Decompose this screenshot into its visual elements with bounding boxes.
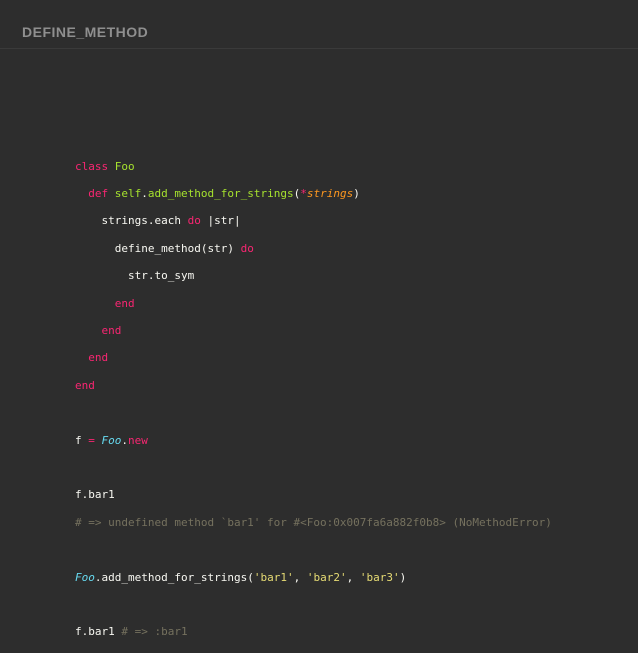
keyword: end — [101, 324, 122, 338]
code-line: f.bar1 — [75, 488, 552, 502]
code-block: class Foo def self.add_method_for_string… — [75, 146, 552, 653]
class-name: Foo — [114, 159, 135, 173]
comment: # => :bar1 — [121, 625, 188, 639]
keyword: end — [114, 296, 135, 310]
keyword: class — [75, 159, 109, 173]
code-line: class Foo — [75, 160, 552, 174]
code-line: f = Foo.new — [75, 434, 552, 448]
code-line: strings.each do |str| — [75, 214, 552, 228]
method-call: .add_method_for_strings( — [94, 570, 254, 584]
comma: , — [346, 570, 360, 584]
keyword: end — [88, 351, 109, 365]
code-line: end — [75, 379, 552, 393]
keyword: do — [187, 214, 201, 228]
paren-close: ) — [353, 187, 360, 201]
assign-operator: = — [88, 433, 95, 447]
keyword: do — [240, 241, 254, 255]
method-name: add_method_for_strings — [147, 187, 294, 201]
code-text: f.bar1 — [75, 625, 115, 639]
string-literal: 'bar3' — [359, 570, 400, 584]
param-name: strings — [306, 187, 354, 201]
class-ref: Foo — [101, 433, 122, 447]
code-line: Foo.add_method_for_strings('bar1', 'bar2… — [75, 571, 552, 585]
slide-title: DEFINE_METHOD — [22, 24, 149, 40]
keyword: def — [88, 187, 109, 201]
code-line: def self.add_method_for_strings(*strings… — [75, 187, 552, 201]
class-ref: Foo — [75, 570, 95, 584]
code-text: f.bar1 — [75, 488, 115, 502]
code-text: strings.each — [101, 214, 181, 228]
splat-operator: * — [300, 187, 307, 201]
code-line: # => undefined method `bar1' for #<Foo:0… — [75, 516, 552, 530]
new-call: new — [128, 433, 148, 447]
dot: . — [121, 433, 128, 447]
comma: , — [293, 570, 307, 584]
code-text: str.to_sym — [127, 269, 195, 283]
code-line: end — [75, 324, 552, 338]
comment: # => undefined method `bar1' for #<Foo:0… — [75, 515, 552, 529]
code-line: end — [75, 351, 552, 365]
code-line: end — [75, 297, 552, 311]
code-line: define_method(str) do — [75, 242, 552, 256]
title-divider — [0, 48, 638, 49]
block-params: |str| — [207, 214, 241, 228]
string-literal: 'bar2' — [306, 570, 347, 584]
dot: . — [141, 187, 148, 201]
variable: f — [75, 433, 82, 447]
paren-close: ) — [399, 570, 407, 584]
code-line: str.to_sym — [75, 269, 552, 283]
keyword: end — [75, 378, 95, 392]
code-line: f.bar1 # => :bar1 — [75, 625, 552, 639]
string-literal: 'bar1' — [253, 570, 294, 584]
self-ref: self — [114, 187, 142, 201]
code-text: define_method(str) — [114, 241, 234, 255]
